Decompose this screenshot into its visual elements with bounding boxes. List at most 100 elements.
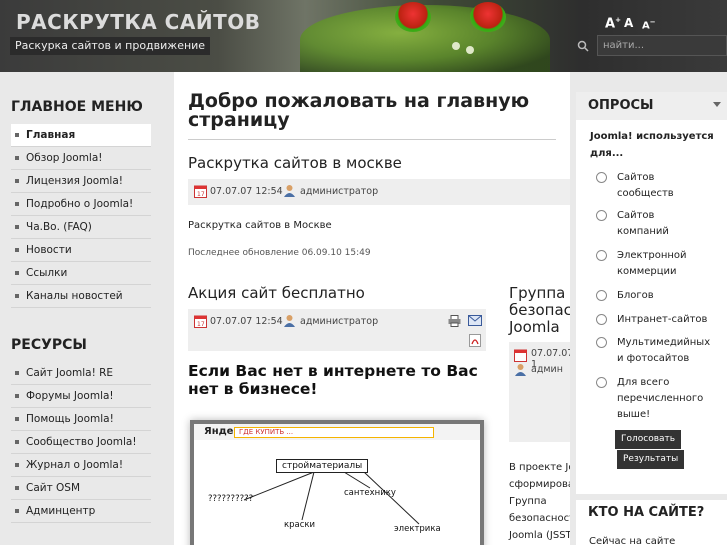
- poll-question: Joomla! используется для...: [590, 128, 727, 162]
- poll-radio[interactable]: [596, 337, 607, 348]
- poll-option-label: Мультимедийных и фотосайтов: [617, 335, 710, 367]
- poll-option-line: перечисленного: [617, 393, 704, 404]
- main-menu-item[interactable]: Главная: [11, 124, 151, 147]
- resources-menu-item[interactable]: Помощь Joomla!: [11, 408, 151, 431]
- main-menu-item[interactable]: Лицензия Joomla!: [11, 170, 151, 193]
- main-menu-title: ГЛАВНОЕ МЕНЮ: [11, 99, 143, 115]
- calendar-icon: [514, 349, 527, 362]
- collapse-arrow-icon[interactable]: [713, 102, 721, 107]
- article-meta: 17 07.07.07 12:54 администратор: [188, 309, 486, 351]
- frog-eye-left: [395, 2, 431, 32]
- main-content: Добро пожаловать на главную страницу Рас…: [174, 72, 570, 545]
- poll-option-label: Для всего перечисленного выше!: [617, 375, 703, 423]
- email-icon[interactable]: [468, 315, 482, 326]
- left-sidebar: ГЛАВНОЕ МЕНЮ Главная Обзор Joomla! Лицен…: [0, 72, 174, 545]
- article-meta: 07.07.07 1 админ: [509, 342, 570, 442]
- resources-menu-item[interactable]: Журнал о Joomla!: [11, 454, 151, 477]
- divider: [188, 139, 556, 140]
- font-reset-button[interactable]: A: [624, 16, 633, 30]
- poll-option-line: Интранет-сайтов: [617, 314, 708, 325]
- poll-option-line: Для всего: [617, 377, 670, 388]
- article-title[interactable]: Раскрутка сайтов в москве: [188, 155, 402, 172]
- font-increase-button[interactable]: A+: [605, 16, 621, 31]
- site-title[interactable]: РАСКРУТКА САЙТОВ: [16, 10, 260, 34]
- resources-menu-item[interactable]: Сайт Joomla! RE: [11, 362, 151, 385]
- poll-question-line: для...: [590, 148, 624, 159]
- article-title[interactable]: Группа безопасн Joomla: [509, 285, 570, 336]
- poll-option-line: компаний: [617, 226, 669, 237]
- article-title-line: безопасн: [509, 301, 570, 319]
- svg-text:17: 17: [197, 321, 205, 328]
- poll-option-label: Интранет-сайтов: [617, 312, 707, 328]
- resources-menu-item[interactable]: Админцентр: [11, 500, 151, 523]
- poll-option-line: Электронной: [617, 250, 687, 261]
- poll-option-line: и фотосайтов: [617, 353, 690, 364]
- poll-radio[interactable]: [596, 250, 607, 261]
- article-text-line: сформирована: [509, 479, 570, 490]
- article-title-line: Joomla: [509, 318, 560, 336]
- vote-button[interactable]: Голосовать: [615, 430, 682, 449]
- poll-option-label: Сайтов компаний: [617, 208, 669, 240]
- main-menu-item[interactable]: Каналы новостей: [11, 285, 151, 308]
- article-author: администратор: [300, 316, 379, 327]
- mind-map-node: сантехнику: [344, 488, 396, 498]
- poll-option-label: Электронной коммерции: [617, 248, 687, 280]
- calendar-icon: 17: [194, 185, 207, 198]
- site-slogan: Раскурка сайтов и продвижение: [10, 37, 211, 55]
- svg-text:17: 17: [197, 191, 205, 198]
- resources-title: РЕСУРСЫ: [11, 337, 87, 353]
- poll-option-line: Сайтов: [617, 210, 655, 221]
- article-meta: 17 07.07.07 12:54 администратор: [188, 179, 570, 205]
- right-sidebar: ОПРОСЫ Joomla! используется для... Сайто…: [570, 72, 727, 545]
- main-menu-item[interactable]: Новости: [11, 239, 151, 262]
- article-text: Раскрутка сайтов в Москве: [188, 220, 332, 231]
- font-decrease-button[interactable]: A−: [642, 18, 656, 31]
- article-title[interactable]: Акция сайт бесплатно: [188, 285, 365, 302]
- article-date: 07.07.07 12:54: [210, 316, 283, 327]
- poll-radio[interactable]: [596, 290, 607, 301]
- poll-radio[interactable]: [596, 210, 607, 221]
- who-online-text: Сейчас на сайте: [589, 536, 676, 545]
- poll-option-line: Блогов: [617, 290, 654, 301]
- main-menu-item[interactable]: Подробно о Joomla!: [11, 193, 151, 216]
- article-heading: Если Вас нет в интернете то Вас нет в би…: [188, 362, 478, 398]
- poll-question-line: Joomla! используется: [590, 131, 714, 142]
- who-online-module: КТО НА САЙТЕ? Сейчас на сайте: [576, 500, 727, 545]
- search-icon: [577, 40, 589, 52]
- poll-radio[interactable]: [596, 172, 607, 183]
- mind-map-node: краски: [284, 520, 316, 530]
- frog-toe: [466, 46, 474, 54]
- frog-toe: [452, 42, 460, 50]
- pdf-icon[interactable]: [469, 334, 481, 347]
- mind-map-node: стройматериалы: [276, 459, 369, 473]
- results-button[interactable]: Результаты: [617, 450, 685, 469]
- article-text-line: безопасност: [509, 513, 570, 524]
- resources-menu-item[interactable]: Сайт OSM: [11, 477, 151, 500]
- article-author: администратор: [300, 186, 379, 197]
- poll-option-line: коммерции: [617, 266, 677, 277]
- main-menu-item[interactable]: Обзор Joomla!: [11, 147, 151, 170]
- header: РАСКРУТКА САЙТОВ Раскурка сайтов и продв…: [0, 0, 727, 72]
- article-updated: Последнее обновление 06.09.10 15:49: [188, 248, 371, 258]
- poll-module: ОПРОСЫ Joomla! используется для... Сайто…: [576, 92, 727, 494]
- main-menu-item[interactable]: Ссылки: [11, 262, 151, 285]
- article-text-line: Joomla (JSST: [509, 530, 570, 541]
- main-menu-item[interactable]: Ча.Во. (FAQ): [11, 216, 151, 239]
- mind-map-node: ??????????: [208, 494, 254, 504]
- user-icon: [515, 364, 526, 376]
- poll-title-text: ОПРОСЫ: [588, 98, 654, 113]
- user-icon: [284, 185, 295, 197]
- yandex-illustration: Яндекс ГДЕ КУПИТЬ ... стройматериалы ???…: [190, 420, 484, 545]
- article-text-line: Группа: [509, 496, 547, 507]
- search-input[interactable]: найти...: [597, 35, 727, 56]
- print-icon[interactable]: [448, 315, 461, 327]
- resources-menu-item[interactable]: Форумы Joomla!: [11, 385, 151, 408]
- user-icon: [284, 315, 295, 327]
- resources-menu-item[interactable]: Сообщество Joomla!: [11, 431, 151, 454]
- calendar-icon: 17: [194, 315, 207, 328]
- poll-radio[interactable]: [596, 314, 607, 325]
- poll-radio[interactable]: [596, 377, 607, 388]
- poll-option-line: сообществ: [617, 188, 674, 199]
- who-online-title: КТО НА САЙТЕ?: [588, 505, 705, 520]
- article-text-line: В проекте Jo: [509, 462, 570, 473]
